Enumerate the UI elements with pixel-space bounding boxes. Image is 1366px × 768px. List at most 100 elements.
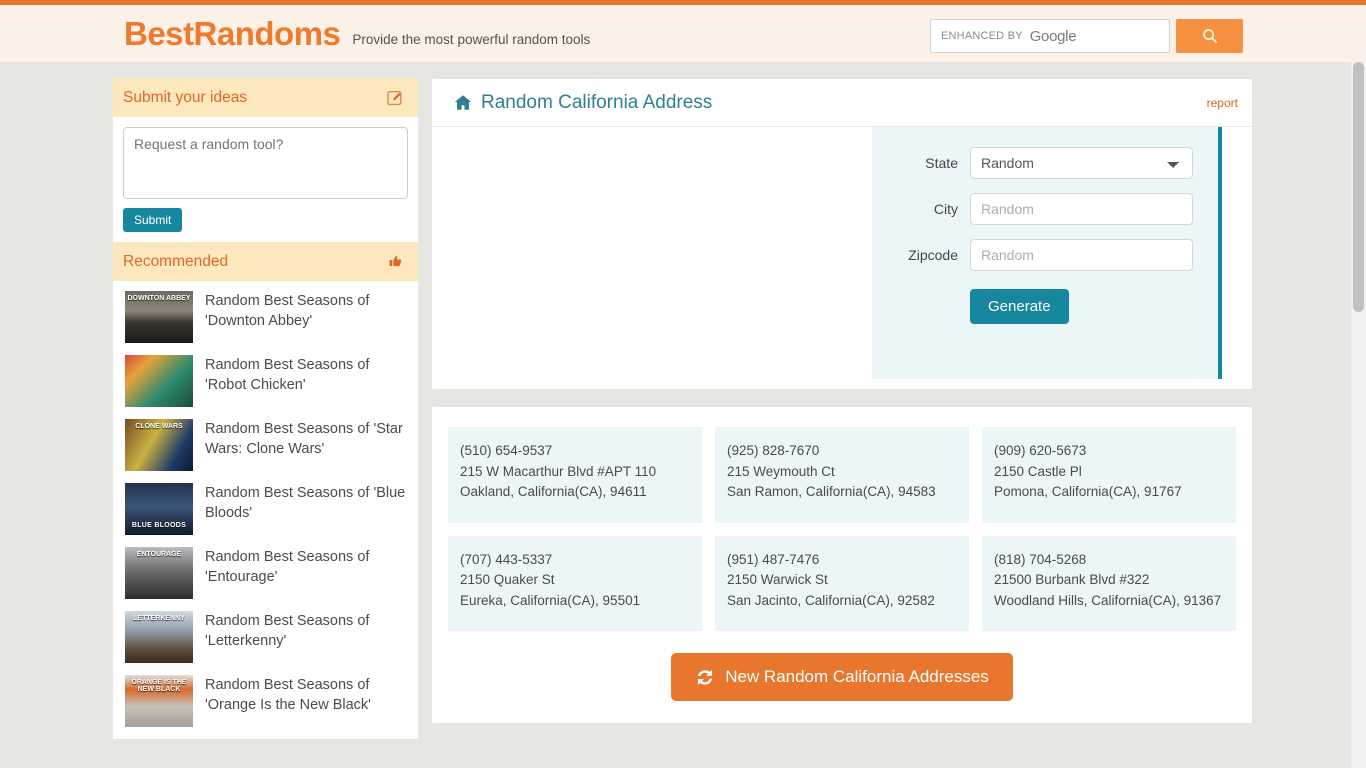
thumbnail-caption: BLUE BLOODS [131, 522, 187, 529]
address-result[interactable]: (510) 654-9537 215 W Macarthur Blvd #APT … [448, 427, 702, 523]
address-result[interactable]: (925) 828-7670 215 Weymouth Ct San Ramon, … [715, 427, 969, 523]
recommended-item[interactable]: DOWNTON ABBEY Random Best Seasons of 'Dow… [113, 285, 418, 349]
zipcode-label: Zipcode [908, 247, 958, 263]
submit-ideas-body: Submit [113, 117, 418, 242]
address-result[interactable]: (818) 704-5268 21500 Burbank Blvd #322 Woo… [982, 535, 1236, 632]
recommended-item[interactable]: ENTOURAGE Random Best Seasons of 'Entoura… [113, 541, 418, 605]
recommended-item-thumbnail: BLUE BLOODS [125, 483, 193, 535]
new-random-addresses-label: New Random California Addresses [725, 667, 989, 687]
recommended-header: Recommended [113, 242, 418, 281]
recommended-item[interactable]: CLONE WARS Random Best Seasons of 'Star W… [113, 413, 418, 477]
recommended-item-label: Random Best Seasons of 'Robot Chicken' [205, 357, 370, 393]
city-row: City [872, 193, 1218, 225]
recommended-item-thumbnail: LETTERKENNY [125, 611, 193, 663]
address-result[interactable]: (909) 620-5673 2150 Castle Pl Pomona, Cali… [982, 427, 1236, 523]
recommended-list: DOWNTON ABBEY Random Best Seasons of 'Dow… [113, 281, 418, 739]
generator-form: State Random City Zipcode Generate [872, 127, 1222, 379]
new-button-wrap: New Random California Addresses [448, 653, 1236, 702]
search-provider-label: Google [1029, 27, 1077, 45]
idea-textarea[interactable] [123, 127, 408, 199]
submit-ideas-title: Submit your ideas [123, 88, 248, 106]
recommended-item-label: Random Best Seasons of 'Orange Is the Ne… [205, 677, 371, 713]
address-citystate: Eureka, California(CA), 95501 [460, 592, 641, 608]
results-card: (510) 654-9537 215 W Macarthur Blvd #APT … [431, 406, 1253, 725]
submit-button[interactable]: Submit [123, 208, 183, 232]
thumbnail-caption: DOWNTON ABBEY [127, 295, 191, 302]
address-phone: (707) 443-5337 [460, 551, 553, 567]
page-title-text: Random California Address [481, 91, 713, 113]
recommended-item-label: Random Best Seasons of 'Downton Abbey' [205, 293, 370, 329]
city-input[interactable] [970, 193, 1193, 225]
edit-pencil-icon[interactable] [387, 89, 404, 106]
sidebar: Submit your ideas Submit Recommended DOW… [113, 78, 418, 740]
site-header: BestRandoms Provide the most powerful ra… [0, 5, 1366, 62]
thumbnail-caption: CLONE WARS [135, 423, 183, 430]
recommended-item-thumbnail: DOWNTON ABBEY [125, 291, 193, 343]
generator-card: Random California Address report State R… [431, 78, 1253, 390]
generate-button[interactable]: Generate [970, 289, 1069, 324]
address-citystate: San Ramon, California(CA), 94583 [727, 484, 936, 500]
search-button[interactable] [1176, 19, 1243, 53]
address-citystate: Oakland, California(CA), 94611 [460, 484, 647, 500]
address-result[interactable]: (707) 443-5337 2150 Quaker St Eureka, Cali… [448, 535, 702, 632]
state-row: State Random [872, 147, 1218, 179]
zipcode-input[interactable] [970, 239, 1193, 271]
state-select[interactable]: Random [970, 147, 1193, 179]
generator-card-body: State Random City Zipcode Generate [432, 127, 1252, 389]
brand-part-randoms: Randoms [193, 15, 341, 52]
search-enhanced-label: ENHANCED BY [941, 30, 1023, 42]
thumbnail-caption: ORANGE IS THE NEW BLACK [131, 679, 187, 693]
address-citystate: Woodland Hills, California(CA), 91367 [994, 592, 1222, 608]
address-street: 215 W Macarthur Blvd #APT 110 [460, 463, 657, 479]
address-street: 215 Weymouth Ct [727, 463, 835, 479]
city-label: City [933, 201, 958, 217]
search-icon [1202, 29, 1217, 43]
brand-part-best: Best [124, 15, 194, 52]
address-result[interactable]: (951) 487-7476 2150 Warwick St San Jacinto… [715, 535, 969, 632]
page-title: Random California Address [454, 92, 712, 114]
home-icon [454, 95, 472, 110]
address-phone: (510) 654-9537 [460, 443, 553, 458]
recommended-title: Recommended [123, 252, 229, 270]
address-citystate: Pomona, California(CA), 91767 [994, 484, 1182, 500]
address-street: 21500 Burbank Blvd #322 [994, 572, 1150, 588]
thumbs-up-icon[interactable] [387, 253, 404, 270]
recommended-item-thumbnail [125, 355, 193, 407]
address-street: 2150 Warwick St [727, 572, 828, 588]
submit-ideas-header: Submit your ideas [113, 78, 418, 117]
address-phone: (818) 704-5268 [994, 551, 1087, 567]
page-scrollbar[interactable] [1351, 62, 1366, 768]
recommended-item-thumbnail: ENTOURAGE [125, 547, 193, 599]
recommended-item-label: Random Best Seasons of 'Entourage' [205, 549, 370, 585]
main-column: Random California Address report State R… [431, 78, 1253, 725]
recommended-item[interactable]: BLUE BLOODS Random Best Seasons of 'Blue … [113, 477, 418, 541]
report-link[interactable]: report [1207, 96, 1238, 110]
address-phone: (951) 487-7476 [727, 551, 820, 567]
brand-text: BestRandoms [124, 15, 341, 52]
recommended-item-thumbnail: ORANGE IS THE NEW BLACK [125, 675, 193, 727]
address-street: 2150 Castle Pl [994, 463, 1082, 479]
site-tagline: Provide the most powerful random tools [352, 32, 591, 47]
recommended-item[interactable]: ORANGE IS THE NEW BLACK Random Best Seaso… [113, 669, 418, 733]
page-body: Submit your ideas Submit Recommended DOW… [0, 62, 1366, 768]
thumbnail-caption: LETTERKENNY [133, 615, 185, 622]
recommended-item-label: Random Best Seasons of 'Blue Bloods' [205, 485, 406, 521]
recommended-item-thumbnail: CLONE WARS [125, 419, 193, 471]
recommended-item[interactable]: Random Best Seasons of 'Robot Chicken' [113, 349, 418, 413]
results-grid: (510) 654-9537 215 W Macarthur Blvd #APT … [448, 427, 1236, 632]
recommended-item[interactable]: LETTERKENNY Random Best Seasons of 'Lette… [113, 605, 418, 669]
address-phone: (925) 828-7670 [727, 443, 820, 458]
search-input[interactable]: ENHANCED BY Google [930, 19, 1170, 53]
scrollbar-thumb[interactable] [1353, 62, 1364, 312]
brand-logo[interactable]: BestRandoms Provide the most powerful ra… [124, 17, 590, 50]
refresh-icon [698, 669, 713, 685]
thumbnail-caption: ENTOURAGE [136, 551, 182, 558]
recommended-item-label: Random Best Seasons of 'Letterkenny' [205, 613, 370, 649]
new-random-addresses-button[interactable]: New Random California Addresses [671, 653, 1013, 702]
zipcode-row: Zipcode [872, 239, 1218, 271]
generator-card-header: Random California Address report [432, 79, 1252, 127]
search-area: ENHANCED BY Google [930, 19, 1243, 53]
address-street: 2150 Quaker St [460, 572, 555, 588]
recommended-item-label: Random Best Seasons of 'Star Wars: Clone… [205, 421, 403, 457]
address-citystate: San Jacinto, California(CA), 92582 [727, 592, 935, 608]
